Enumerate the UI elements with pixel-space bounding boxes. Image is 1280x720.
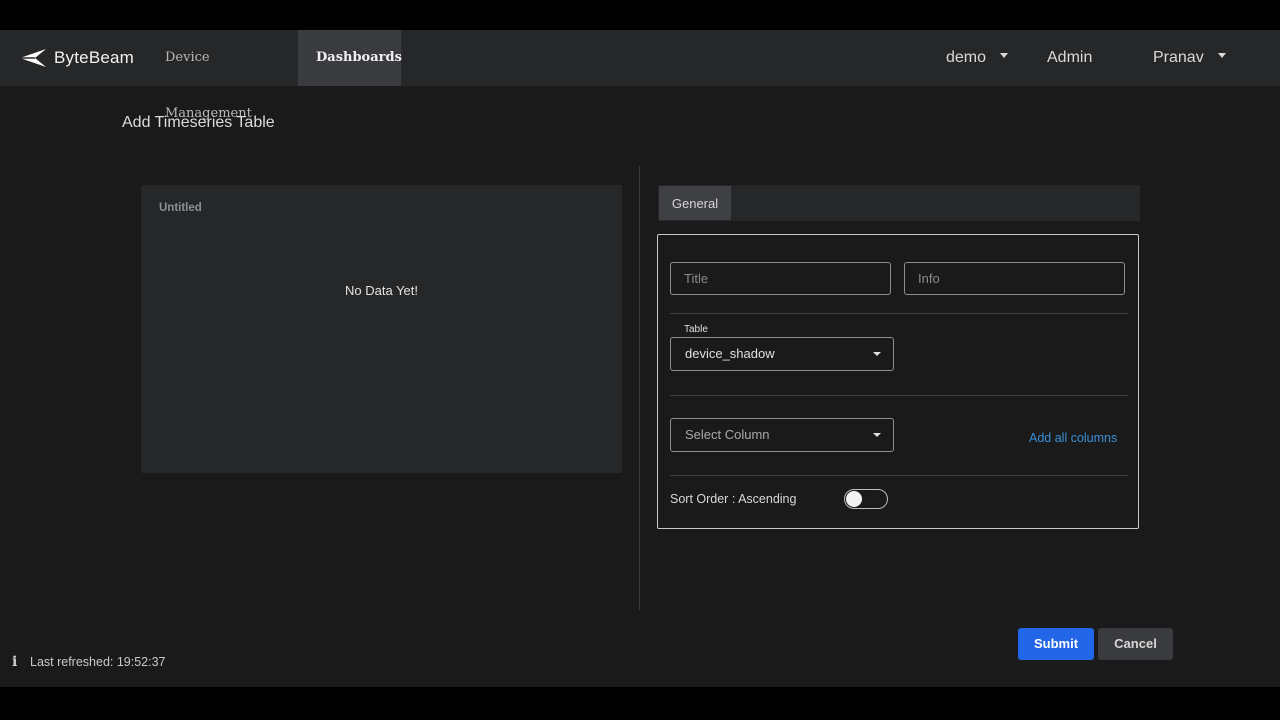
preview-empty-message: No Data Yet! <box>345 283 418 298</box>
app-window: ByteBeam Device Management Dashboards de… <box>0 30 1280 687</box>
top-navigation-bar: ByteBeam Device Management Dashboards de… <box>0 30 1280 121</box>
vertical-divider <box>639 166 640 610</box>
nav-device-management[interactable]: Device Management <box>147 30 297 121</box>
dropdown-arrow-icon <box>873 433 881 437</box>
page-title: Add Timeseries Table <box>122 114 275 131</box>
toggle-knob <box>846 491 862 507</box>
status-footer: i Last refreshed: 19:52:37 <box>12 654 166 670</box>
cancel-button[interactable]: Cancel <box>1098 628 1173 660</box>
sort-order-toggle[interactable] <box>844 489 888 509</box>
general-settings-form: Title Info device_shadow Table Select Co… <box>657 234 1139 529</box>
info-input[interactable]: Info <box>904 262 1125 295</box>
sort-order-label: Sort Order : Ascending <box>670 492 797 506</box>
submit-button[interactable]: Submit <box>1018 628 1094 660</box>
tab-general[interactable]: General <box>659 186 731 220</box>
info-placeholder: Info <box>918 271 940 286</box>
form-divider <box>670 313 1128 314</box>
title-input[interactable]: Title <box>670 262 891 295</box>
admin-link[interactable]: Admin <box>1047 30 1092 86</box>
table-select-value: device_shadow <box>685 346 775 361</box>
project-dropdown[interactable]: demo <box>946 30 1009 86</box>
add-all-columns-link[interactable]: Add all columns <box>1029 431 1117 445</box>
form-divider <box>670 475 1128 476</box>
last-refreshed-text: Last refreshed: 19:52:37 <box>30 655 166 669</box>
brand-name: ByteBeam <box>54 48 135 67</box>
project-name: demo <box>946 49 987 66</box>
chevron-down-icon <box>1000 53 1009 59</box>
title-placeholder: Title <box>684 271 709 286</box>
dropdown-arrow-icon <box>873 352 881 356</box>
info-icon: i <box>12 654 18 670</box>
column-select[interactable]: Select Column <box>670 418 894 452</box>
user-name: Pranav <box>1153 49 1204 66</box>
preview-title: Untitled <box>159 202 202 214</box>
user-dropdown[interactable]: Pranav <box>1153 30 1226 86</box>
chevron-down-icon <box>1217 53 1226 59</box>
brand-logo[interactable]: ByteBeam <box>18 44 134 72</box>
bytebeam-logo-icon <box>20 49 46 67</box>
panel-preview: Untitled No Data Yet! <box>141 185 622 473</box>
settings-tabs: General <box>658 185 1140 221</box>
table-select[interactable]: device_shadow <box>670 337 894 371</box>
form-divider <box>670 395 1128 396</box>
nav-dashboards[interactable]: Dashboards <box>298 30 402 86</box>
table-field-label: Table <box>680 324 712 335</box>
column-select-placeholder: Select Column <box>685 427 770 442</box>
